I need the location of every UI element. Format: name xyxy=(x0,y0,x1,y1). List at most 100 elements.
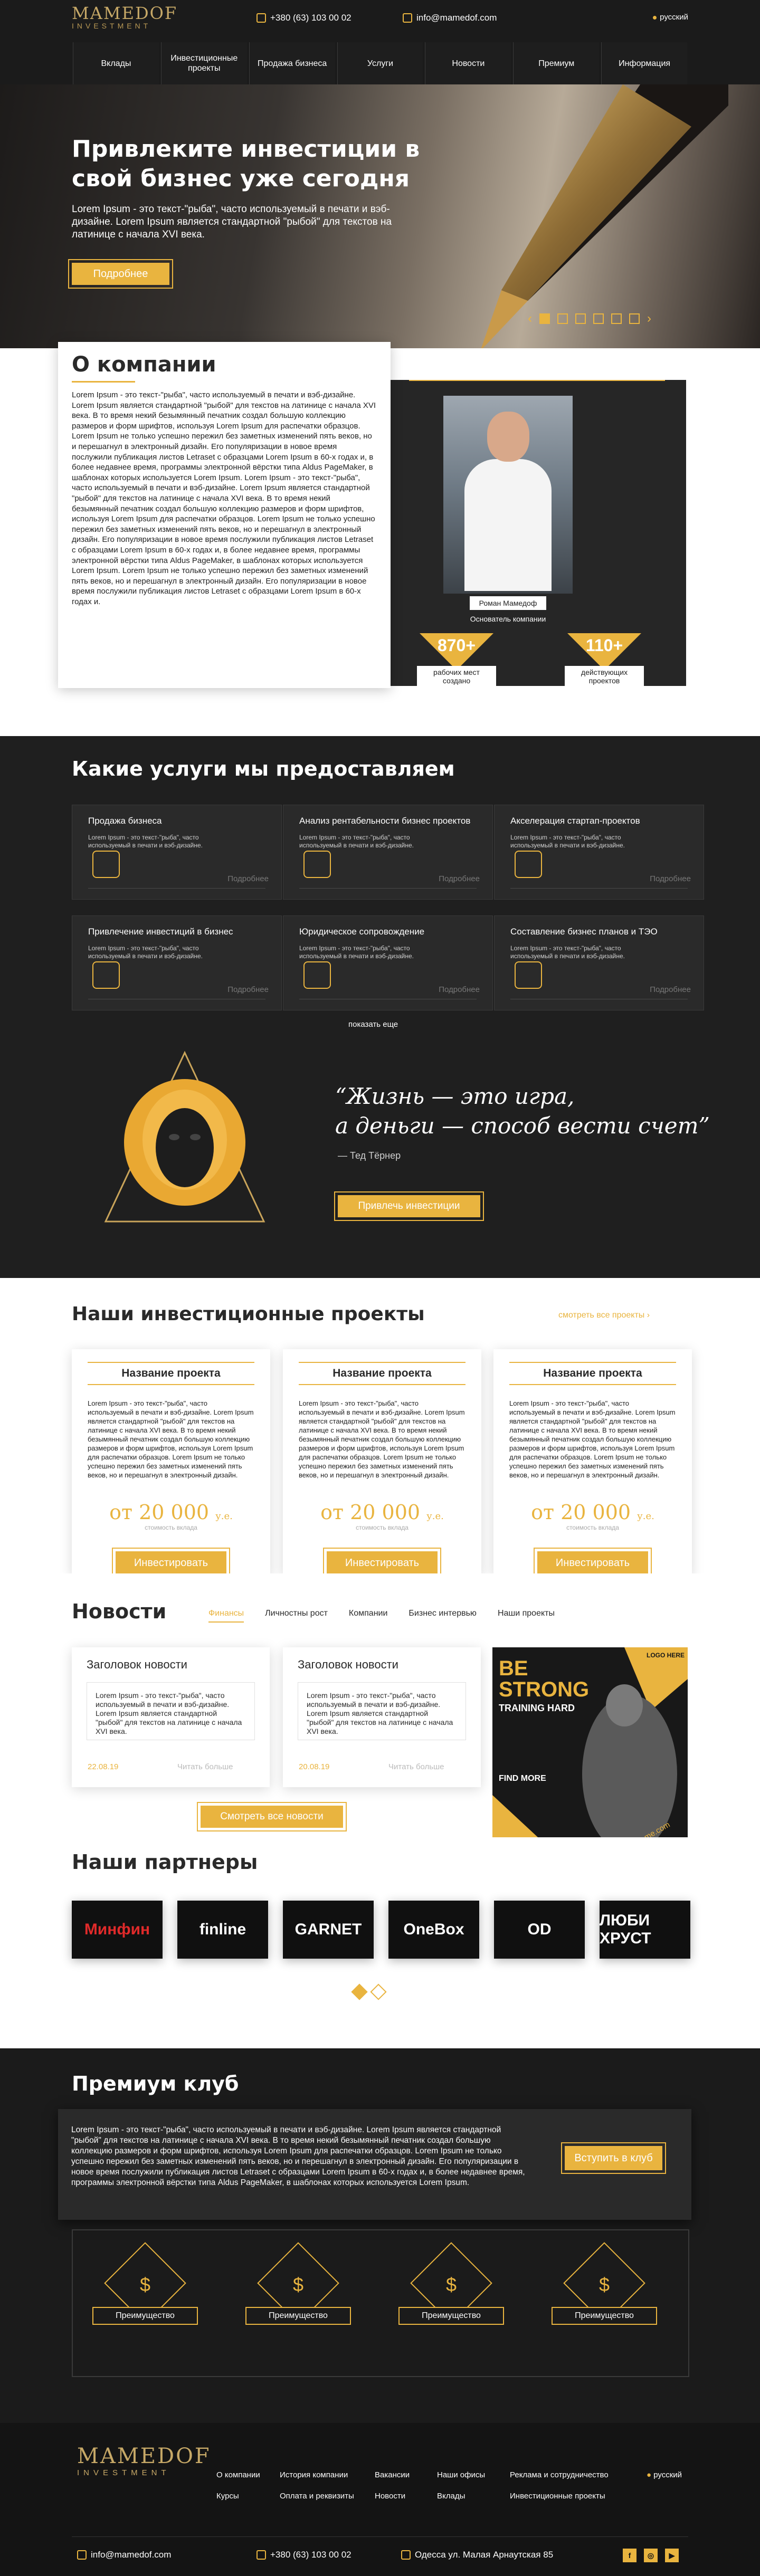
slider-dot[interactable] xyxy=(611,313,622,324)
service-details-link[interactable]: Подробнее xyxy=(650,985,691,994)
service-details-link[interactable]: Подробнее xyxy=(650,874,691,883)
service-details-link[interactable]: Подробнее xyxy=(227,874,269,883)
service-details-link[interactable]: Подробнее xyxy=(439,985,480,994)
footer-email[interactable]: info@mamedof.com xyxy=(77,2550,171,2560)
youtube-icon[interactable]: ▶ xyxy=(665,2549,679,2562)
footer-link[interactable]: Оплата и реквизиты xyxy=(280,2492,354,2501)
footer-phone-text: +380 (63) 103 00 02 xyxy=(270,2550,352,2560)
partner-logo[interactable]: Минфин xyxy=(72,1901,163,1959)
news-card[interactable]: Заголовок новости Lorem Ipsum - это текст… xyxy=(72,1647,270,1787)
show-more-link[interactable]: показать еще xyxy=(348,1020,398,1029)
project-price: от 20 000 у.е. xyxy=(299,1501,466,1524)
slider-dot[interactable] xyxy=(629,313,640,324)
news-tab[interactable]: Финансы xyxy=(208,1609,244,1623)
invest-button[interactable]: Инвестировать xyxy=(323,1548,441,1578)
premium-text: Lorem Ipsum - это текст-"рыба", часто ис… xyxy=(71,2125,525,2187)
slider-dot[interactable] xyxy=(370,1983,387,2000)
service-card[interactable]: Анализ рентабельности бизнес проектов Lor… xyxy=(283,805,493,900)
project-card: Название проекта Lorem Ipsum - это текст-… xyxy=(72,1349,270,1578)
about-text: Lorem Ipsum - это текст-"рыба", часто ис… xyxy=(72,390,376,606)
service-desc: Lorem Ipsum - это текст-"рыба", часто ис… xyxy=(510,944,625,960)
project-price-value: от 20 000 xyxy=(531,1501,631,1524)
service-card[interactable]: Составление бизнес планов и ТЭО Lorem Ips… xyxy=(494,915,704,1010)
news-tab[interactable]: Личностны рост xyxy=(265,1609,328,1623)
news-tab[interactable]: Бизнес интервью xyxy=(408,1609,477,1623)
footer-link[interactable]: Вакансии xyxy=(375,2470,410,2479)
founder-caption: Роман Мамедоф Основатель компании xyxy=(443,596,573,625)
slider-dot[interactable] xyxy=(575,313,586,324)
service-desc: Lorem Ipsum - это текст-"рыба", часто ис… xyxy=(88,944,203,960)
nav-item-services[interactable]: Услуги xyxy=(337,42,423,84)
footer-link[interactable]: Инвестиционные проекты xyxy=(510,2492,605,2501)
attract-investment-button[interactable]: Привлечь инвестиции xyxy=(334,1191,484,1221)
news-date: 22.08.19 xyxy=(88,1762,119,1771)
project-title: Название проекта xyxy=(88,1362,254,1385)
footer-language-switch[interactable]: ● русский xyxy=(647,2470,682,2479)
founder-head xyxy=(487,412,529,462)
founder-role: Основатель компании xyxy=(470,615,546,623)
slider-prev-arrow[interactable]: ‹ xyxy=(528,311,532,326)
footer-link[interactable]: О компании xyxy=(216,2470,260,2479)
all-news-button[interactable]: Смотреть все новости xyxy=(197,1802,347,1831)
project-price: от 20 000 у.е. xyxy=(88,1501,254,1524)
nav-item-information[interactable]: Информация xyxy=(601,42,688,84)
facebook-icon[interactable]: f xyxy=(623,2549,636,2562)
partner-logo[interactable]: GARNET xyxy=(283,1901,374,1959)
news-tab[interactable]: Наши проекты xyxy=(498,1609,555,1623)
project-price-currency: у.е. xyxy=(426,1511,444,1522)
nav-item-premium[interactable]: Премиум xyxy=(513,42,600,84)
hero-details-button[interactable]: Подробнее xyxy=(68,259,173,289)
footer-link[interactable]: История компании xyxy=(280,2470,348,2479)
slider-dot[interactable] xyxy=(351,1983,368,2000)
nav-item-investment-projects[interactable]: Инвестиционные проекты xyxy=(160,42,247,84)
invest-button[interactable]: Инвестировать xyxy=(112,1548,230,1578)
footer-link[interactable]: Курсы xyxy=(216,2492,239,2501)
news-ad-banner[interactable]: BE STRONG TRAINING HARD LOGO HERE FIND M… xyxy=(492,1647,688,1864)
instagram-icon[interactable]: ◎ xyxy=(644,2549,658,2562)
service-card[interactable]: Акселерация стартап-проектов Lorem Ipsum … xyxy=(494,805,704,900)
founder-photo xyxy=(443,396,573,594)
language-switch[interactable]: русский xyxy=(653,13,688,22)
footer-phone[interactable]: +380 (63) 103 00 02 xyxy=(256,2550,352,2560)
footer-link[interactable]: Новости xyxy=(375,2492,405,2501)
header-phone[interactable]: +380 (63) 103 00 02 xyxy=(256,13,352,23)
partner-logo[interactable]: ЛЮБИ ХРУСТ xyxy=(600,1901,690,1959)
perk-label: Преимущество xyxy=(92,2307,198,2325)
news-card[interactable]: Заголовок новости Lorem Ipsum - это текст… xyxy=(283,1647,481,1787)
service-details-link[interactable]: Подробнее xyxy=(439,874,480,883)
slider-dot[interactable] xyxy=(593,313,604,324)
nav-item-deposits[interactable]: Вклады xyxy=(73,42,159,84)
service-card[interactable]: Юридическое сопровождение Lorem Ipsum - э… xyxy=(283,915,493,1010)
premium-section: Премиум клуб Lorem Ipsum - это текст-"ры… xyxy=(0,2048,760,2423)
service-icon xyxy=(303,961,331,989)
partner-logo[interactable]: finline xyxy=(177,1901,268,1959)
footer-address-text: Одесса ул. Малая Арнаутская 85 xyxy=(415,2550,554,2560)
slider-next-arrow[interactable]: › xyxy=(647,311,651,326)
logo[interactable]: MAMEDOF INVESTMENT xyxy=(72,3,177,30)
news-tab[interactable]: Компании xyxy=(349,1609,388,1623)
quote: “Жизнь — это игра, а деньги — способ вес… xyxy=(335,1082,710,1141)
footer-link[interactable]: Реклама и сотрудничество xyxy=(510,2470,609,2479)
service-card[interactable]: Продажа бизнеса Lorem Ipsum - это текст-"… xyxy=(72,805,282,900)
partner-logo[interactable]: OD xyxy=(494,1901,585,1959)
service-details-link[interactable]: Подробнее xyxy=(227,985,269,994)
news-text: Lorem Ipsum - это текст-"рыба", часто ис… xyxy=(298,1682,466,1740)
read-more-link[interactable]: Читать больше xyxy=(177,1762,233,1771)
invest-button[interactable]: Инвестировать xyxy=(534,1548,652,1578)
phone-icon xyxy=(256,13,266,23)
see-all-projects-link[interactable]: смотреть все проекты › xyxy=(558,1311,650,1320)
slider-dot[interactable] xyxy=(539,313,550,324)
nav-item-news[interactable]: Новости xyxy=(425,42,511,84)
header-email[interactable]: info@mamedof.com xyxy=(403,13,497,23)
service-card[interactable]: Привлечение инвестиций в бизнес Lorem Ips… xyxy=(72,915,282,1010)
slider-dot[interactable] xyxy=(557,313,568,324)
footer-link[interactable]: Наши офисы xyxy=(437,2470,485,2479)
hero-slider-dots: ‹ › xyxy=(528,311,651,326)
footer-logo[interactable]: MAMEDOF INVESTMENT xyxy=(77,2444,211,2477)
service-divider xyxy=(88,888,265,889)
nav-item-business-sale[interactable]: Продажа бизнеса xyxy=(249,42,335,84)
partner-logo[interactable]: OneBox xyxy=(388,1901,479,1959)
join-club-button[interactable]: Вступить в клуб xyxy=(561,2142,666,2174)
read-more-link[interactable]: Читать больше xyxy=(388,1762,444,1771)
footer-link[interactable]: Вклады xyxy=(437,2492,465,2501)
